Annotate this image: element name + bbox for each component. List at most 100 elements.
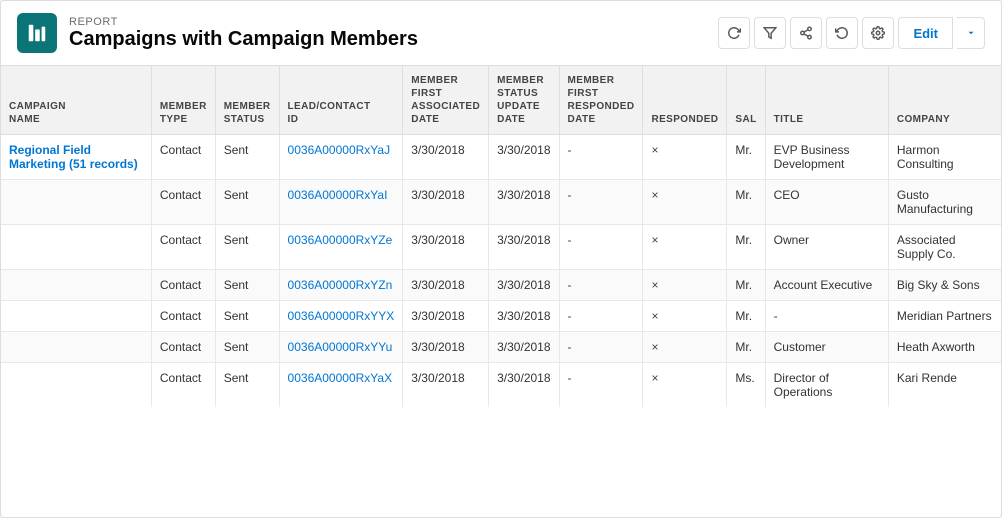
lead-contact-id-cell[interactable]: 0036A00000RxYZe <box>279 225 403 270</box>
campaign-name-cell <box>1 301 151 332</box>
lead-contact-id-cell[interactable]: 0036A00000RxYYX <box>279 301 403 332</box>
col-member-status-update-date: MEMBERSTATUSUPDATEDATE <box>489 66 559 135</box>
member-type-cell: Contact <box>151 301 215 332</box>
table-row: ContactSent0036A00000RxYYX3/30/20183/30/… <box>1 301 1001 332</box>
member-first-associated-date-cell: 3/30/2018 <box>403 180 489 225</box>
report-label: REPORT <box>69 16 718 28</box>
col-member-first-associated-date: MEMBERFIRSTASSOCIATEDDATE <box>403 66 489 135</box>
campaign-name-cell <box>1 270 151 301</box>
company-cell: Associated Supply Co. <box>888 225 1001 270</box>
page-title: Campaigns with Campaign Members <box>69 28 718 51</box>
member-first-responded-date-cell: - <box>559 180 643 225</box>
member-type-cell: Contact <box>151 332 215 363</box>
table-row: ContactSent0036A00000RxYZe3/30/20183/30/… <box>1 225 1001 270</box>
campaign-name-cell <box>1 332 151 363</box>
table-row: Regional Field Marketing (51 records)Con… <box>1 135 1001 180</box>
table-row: ContactSent0036A00000RxYaX3/30/20183/30/… <box>1 363 1001 408</box>
responded-cell: × <box>643 225 727 270</box>
edit-dropdown-button[interactable] <box>957 17 985 49</box>
col-member-type: MEMBERTYPE <box>151 66 215 135</box>
sal-cell: Mr. <box>727 301 765 332</box>
member-status-update-date-cell: 3/30/2018 <box>489 180 559 225</box>
refresh-button[interactable] <box>718 17 750 49</box>
responded-cell: × <box>643 135 727 180</box>
member-status-update-date-cell: 3/30/2018 <box>489 270 559 301</box>
member-status-update-date-cell: 3/30/2018 <box>489 363 559 408</box>
header-text: REPORT Campaigns with Campaign Members <box>69 16 718 51</box>
col-company: COMPANY <box>888 66 1001 135</box>
main-window: REPORT Campaigns with Campaign Members <box>0 0 1002 518</box>
member-first-associated-date-cell: 3/30/2018 <box>403 225 489 270</box>
sal-cell: Mr. <box>727 180 765 225</box>
member-first-responded-date-cell: - <box>559 332 643 363</box>
table-header: CAMPAIGNNAME MEMBERTYPE MEMBERSTATUS LEA… <box>1 66 1001 135</box>
sal-cell: Mr. <box>727 270 765 301</box>
filter-button[interactable] <box>754 17 786 49</box>
table-container: CAMPAIGNNAME MEMBERTYPE MEMBERSTATUS LEA… <box>1 66 1001 517</box>
company-cell: Meridian Partners <box>888 301 1001 332</box>
member-first-responded-date-cell: - <box>559 225 643 270</box>
member-status-update-date-cell: 3/30/2018 <box>489 332 559 363</box>
table-row: ContactSent0036A00000RxYaI3/30/20183/30/… <box>1 180 1001 225</box>
member-status-cell: Sent <box>215 270 279 301</box>
member-status-cell: Sent <box>215 301 279 332</box>
campaign-name-cell <box>1 225 151 270</box>
company-cell: Big Sky & Sons <box>888 270 1001 301</box>
header: REPORT Campaigns with Campaign Members <box>1 1 1001 66</box>
lead-contact-id-cell[interactable]: 0036A00000RxYaI <box>279 180 403 225</box>
company-cell: Heath Axworth <box>888 332 1001 363</box>
lead-contact-id-cell[interactable]: 0036A00000RxYaX <box>279 363 403 408</box>
title-cell: Account Executive <box>765 270 888 301</box>
responded-cell: × <box>643 363 727 408</box>
col-sal: SAL <box>727 66 765 135</box>
title-cell: - <box>765 301 888 332</box>
member-first-responded-date-cell: - <box>559 301 643 332</box>
col-title: TITLE <box>765 66 888 135</box>
title-cell: Director of Operations <box>765 363 888 408</box>
responded-cell: × <box>643 270 727 301</box>
col-campaign-name: CAMPAIGNNAME <box>1 66 151 135</box>
campaign-name-cell[interactable]: Regional Field Marketing (51 records) <box>1 135 151 180</box>
col-lead-contact-id: LEAD/CONTACTID <box>279 66 403 135</box>
member-status-cell: Sent <box>215 135 279 180</box>
title-cell: EVP Business Development <box>765 135 888 180</box>
title-cell: Owner <box>765 225 888 270</box>
edit-button[interactable]: Edit <box>898 17 953 49</box>
table-row: ContactSent0036A00000RxYYu3/30/20183/30/… <box>1 332 1001 363</box>
member-first-associated-date-cell: 3/30/2018 <box>403 270 489 301</box>
company-cell: Gusto Manufacturing <box>888 180 1001 225</box>
table-body: Regional Field Marketing (51 records)Con… <box>1 135 1001 408</box>
sal-cell: Mr. <box>727 225 765 270</box>
member-status-update-date-cell: 3/30/2018 <box>489 301 559 332</box>
col-member-first-responded-date: MEMBERFIRSTRESPONDEDDATE <box>559 66 643 135</box>
title-cell: CEO <box>765 180 888 225</box>
lead-contact-id-cell[interactable]: 0036A00000RxYZn <box>279 270 403 301</box>
campaign-name-cell <box>1 180 151 225</box>
member-type-cell: Contact <box>151 270 215 301</box>
member-type-cell: Contact <box>151 180 215 225</box>
lead-contact-id-cell[interactable]: 0036A00000RxYaJ <box>279 135 403 180</box>
member-first-responded-date-cell: - <box>559 135 643 180</box>
responded-cell: × <box>643 180 727 225</box>
reload-button[interactable] <box>826 17 858 49</box>
share-button[interactable] <box>790 17 822 49</box>
member-status-cell: Sent <box>215 180 279 225</box>
member-type-cell: Contact <box>151 225 215 270</box>
responded-cell: × <box>643 301 727 332</box>
member-first-responded-date-cell: - <box>559 270 643 301</box>
member-status-update-date-cell: 3/30/2018 <box>489 135 559 180</box>
col-responded: RESPONDED <box>643 66 727 135</box>
company-cell: Kari Rende <box>888 363 1001 408</box>
sal-cell: Mr. <box>727 135 765 180</box>
header-actions: Edit <box>718 17 985 49</box>
member-first-associated-date-cell: 3/30/2018 <box>403 332 489 363</box>
member-first-associated-date-cell: 3/30/2018 <box>403 363 489 408</box>
company-cell: Harmon Consulting <box>888 135 1001 180</box>
settings-button[interactable] <box>862 17 894 49</box>
campaign-name-cell <box>1 363 151 408</box>
member-status-cell: Sent <box>215 363 279 408</box>
member-status-update-date-cell: 3/30/2018 <box>489 225 559 270</box>
lead-contact-id-cell[interactable]: 0036A00000RxYYu <box>279 332 403 363</box>
col-member-status: MEMBERSTATUS <box>215 66 279 135</box>
member-status-cell: Sent <box>215 225 279 270</box>
